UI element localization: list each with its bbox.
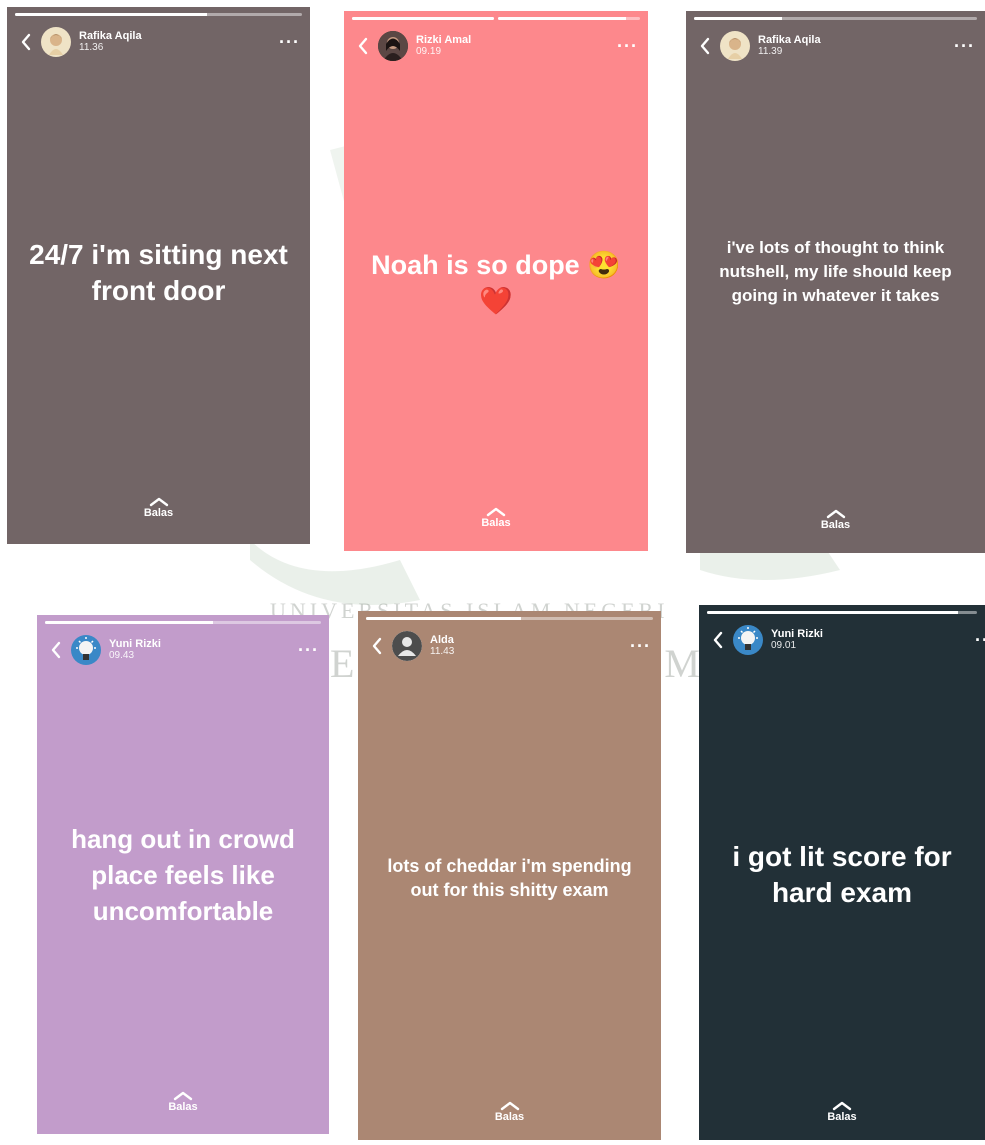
reply-button[interactable]: Balas (344, 507, 648, 529)
story-progress (694, 17, 977, 20)
progress-bar (694, 17, 977, 20)
story-card[interactable]: Yuni Rizki 09.01 ·· i got lit score for … (699, 605, 985, 1140)
timestamp: 11.39 (758, 45, 783, 57)
chevron-up-icon (149, 497, 168, 507)
story-card[interactable]: Yuni Rizki 09.43 ··· hang out in crowd p… (37, 615, 329, 1134)
chevron-up-icon (832, 1101, 852, 1111)
progress-bar (352, 17, 494, 20)
story-caption: i've lots of thought to think nutshell, … (719, 238, 952, 305)
reply-button[interactable]: Balas (358, 1101, 661, 1123)
avatar[interactable] (720, 31, 750, 61)
more-options-icon[interactable]: ··· (298, 641, 319, 659)
progress-bar (366, 617, 653, 620)
story-progress (366, 617, 653, 620)
username[interactable]: Alda (430, 634, 454, 647)
back-chevron-icon[interactable] (17, 30, 35, 54)
story-header: Rafika Aqila 11.39 ··· (696, 29, 975, 63)
chevron-up-icon (826, 509, 845, 519)
reply-button[interactable]: Balas (7, 497, 310, 519)
timestamp: 09.19 (416, 45, 442, 57)
username[interactable]: Rafika Aqila (79, 30, 142, 43)
reply-button[interactable]: Balas (699, 1101, 985, 1123)
story-header: Yuni Rizki 09.43 ··· (47, 633, 319, 667)
story-caption: i got lit score for hard exam (732, 841, 952, 908)
progress-bar (498, 17, 640, 20)
username[interactable]: Yuni Rizki (771, 628, 823, 641)
chevron-up-icon (486, 507, 506, 517)
more-options-icon[interactable]: ·· (975, 631, 985, 649)
reply-label: Balas (820, 519, 851, 531)
reply-label: Balas (827, 1111, 857, 1123)
reply-label: Balas (168, 1101, 198, 1113)
more-options-icon[interactable]: ··· (617, 37, 638, 55)
timestamp: 09.43 (109, 649, 135, 661)
timestamp: 09.01 (771, 639, 797, 651)
reply-label: Balas (494, 1111, 525, 1123)
story-progress (45, 621, 321, 624)
more-options-icon[interactable]: ··· (630, 637, 651, 655)
story-card[interactable]: Rafika Aqila 11.39 ··· i've lots of thou… (686, 11, 985, 553)
username[interactable]: Yuni Rizki (109, 638, 161, 651)
progress-bar (45, 621, 321, 624)
avatar[interactable] (392, 631, 422, 661)
story-card[interactable]: Rizki Amal 09.19 ··· Noah is so dope 😍 ❤… (344, 11, 648, 551)
story-progress (352, 17, 640, 20)
back-chevron-icon[interactable] (709, 628, 727, 652)
back-chevron-icon[interactable] (354, 34, 372, 58)
more-options-icon[interactable]: ··· (279, 33, 300, 51)
story-caption: hang out in crowd place feels like uncom… (71, 824, 295, 926)
chevron-up-icon (500, 1101, 519, 1111)
more-options-icon[interactable]: ··· (954, 37, 975, 55)
progress-bar (15, 13, 302, 16)
story-caption: lots of cheddar i'm spending out for thi… (387, 856, 632, 900)
story-progress (15, 13, 302, 16)
avatar[interactable] (71, 635, 101, 665)
reply-label: Balas (481, 517, 511, 529)
avatar[interactable] (733, 625, 763, 655)
story-card[interactable]: Alda 11.43 ··· lots of cheddar i'm spend… (358, 611, 661, 1140)
story-caption: 24/7 i'm sitting next front door (29, 239, 288, 306)
back-chevron-icon[interactable] (368, 634, 386, 658)
story-header: Rizki Amal 09.19 ··· (354, 29, 638, 63)
story-header: Yuni Rizki 09.01 ·· (709, 623, 985, 657)
avatar[interactable] (378, 31, 408, 61)
chevron-up-icon (173, 1091, 193, 1101)
username[interactable]: Rafika Aqila (758, 34, 821, 47)
story-card[interactable]: Rafika Aqila 11.36 ··· 24/7 i'm sitting … (7, 7, 310, 544)
story-header: Rafika Aqila 11.36 ··· (17, 25, 300, 59)
back-chevron-icon[interactable] (696, 34, 714, 58)
progress-bar (707, 611, 977, 614)
story-progress (707, 611, 977, 614)
story-caption: Noah is so dope 😍 ❤️ (371, 250, 621, 316)
username[interactable]: Rizki Amal (416, 34, 471, 47)
reply-button[interactable]: Balas (37, 1091, 329, 1113)
reply-label: Balas (143, 507, 174, 519)
story-header: Alda 11.43 ··· (368, 629, 651, 663)
back-chevron-icon[interactable] (47, 638, 65, 662)
reply-button[interactable]: Balas (686, 509, 985, 531)
timestamp: 11.43 (430, 645, 455, 657)
avatar[interactable] (41, 27, 71, 57)
timestamp: 11.36 (79, 41, 104, 53)
